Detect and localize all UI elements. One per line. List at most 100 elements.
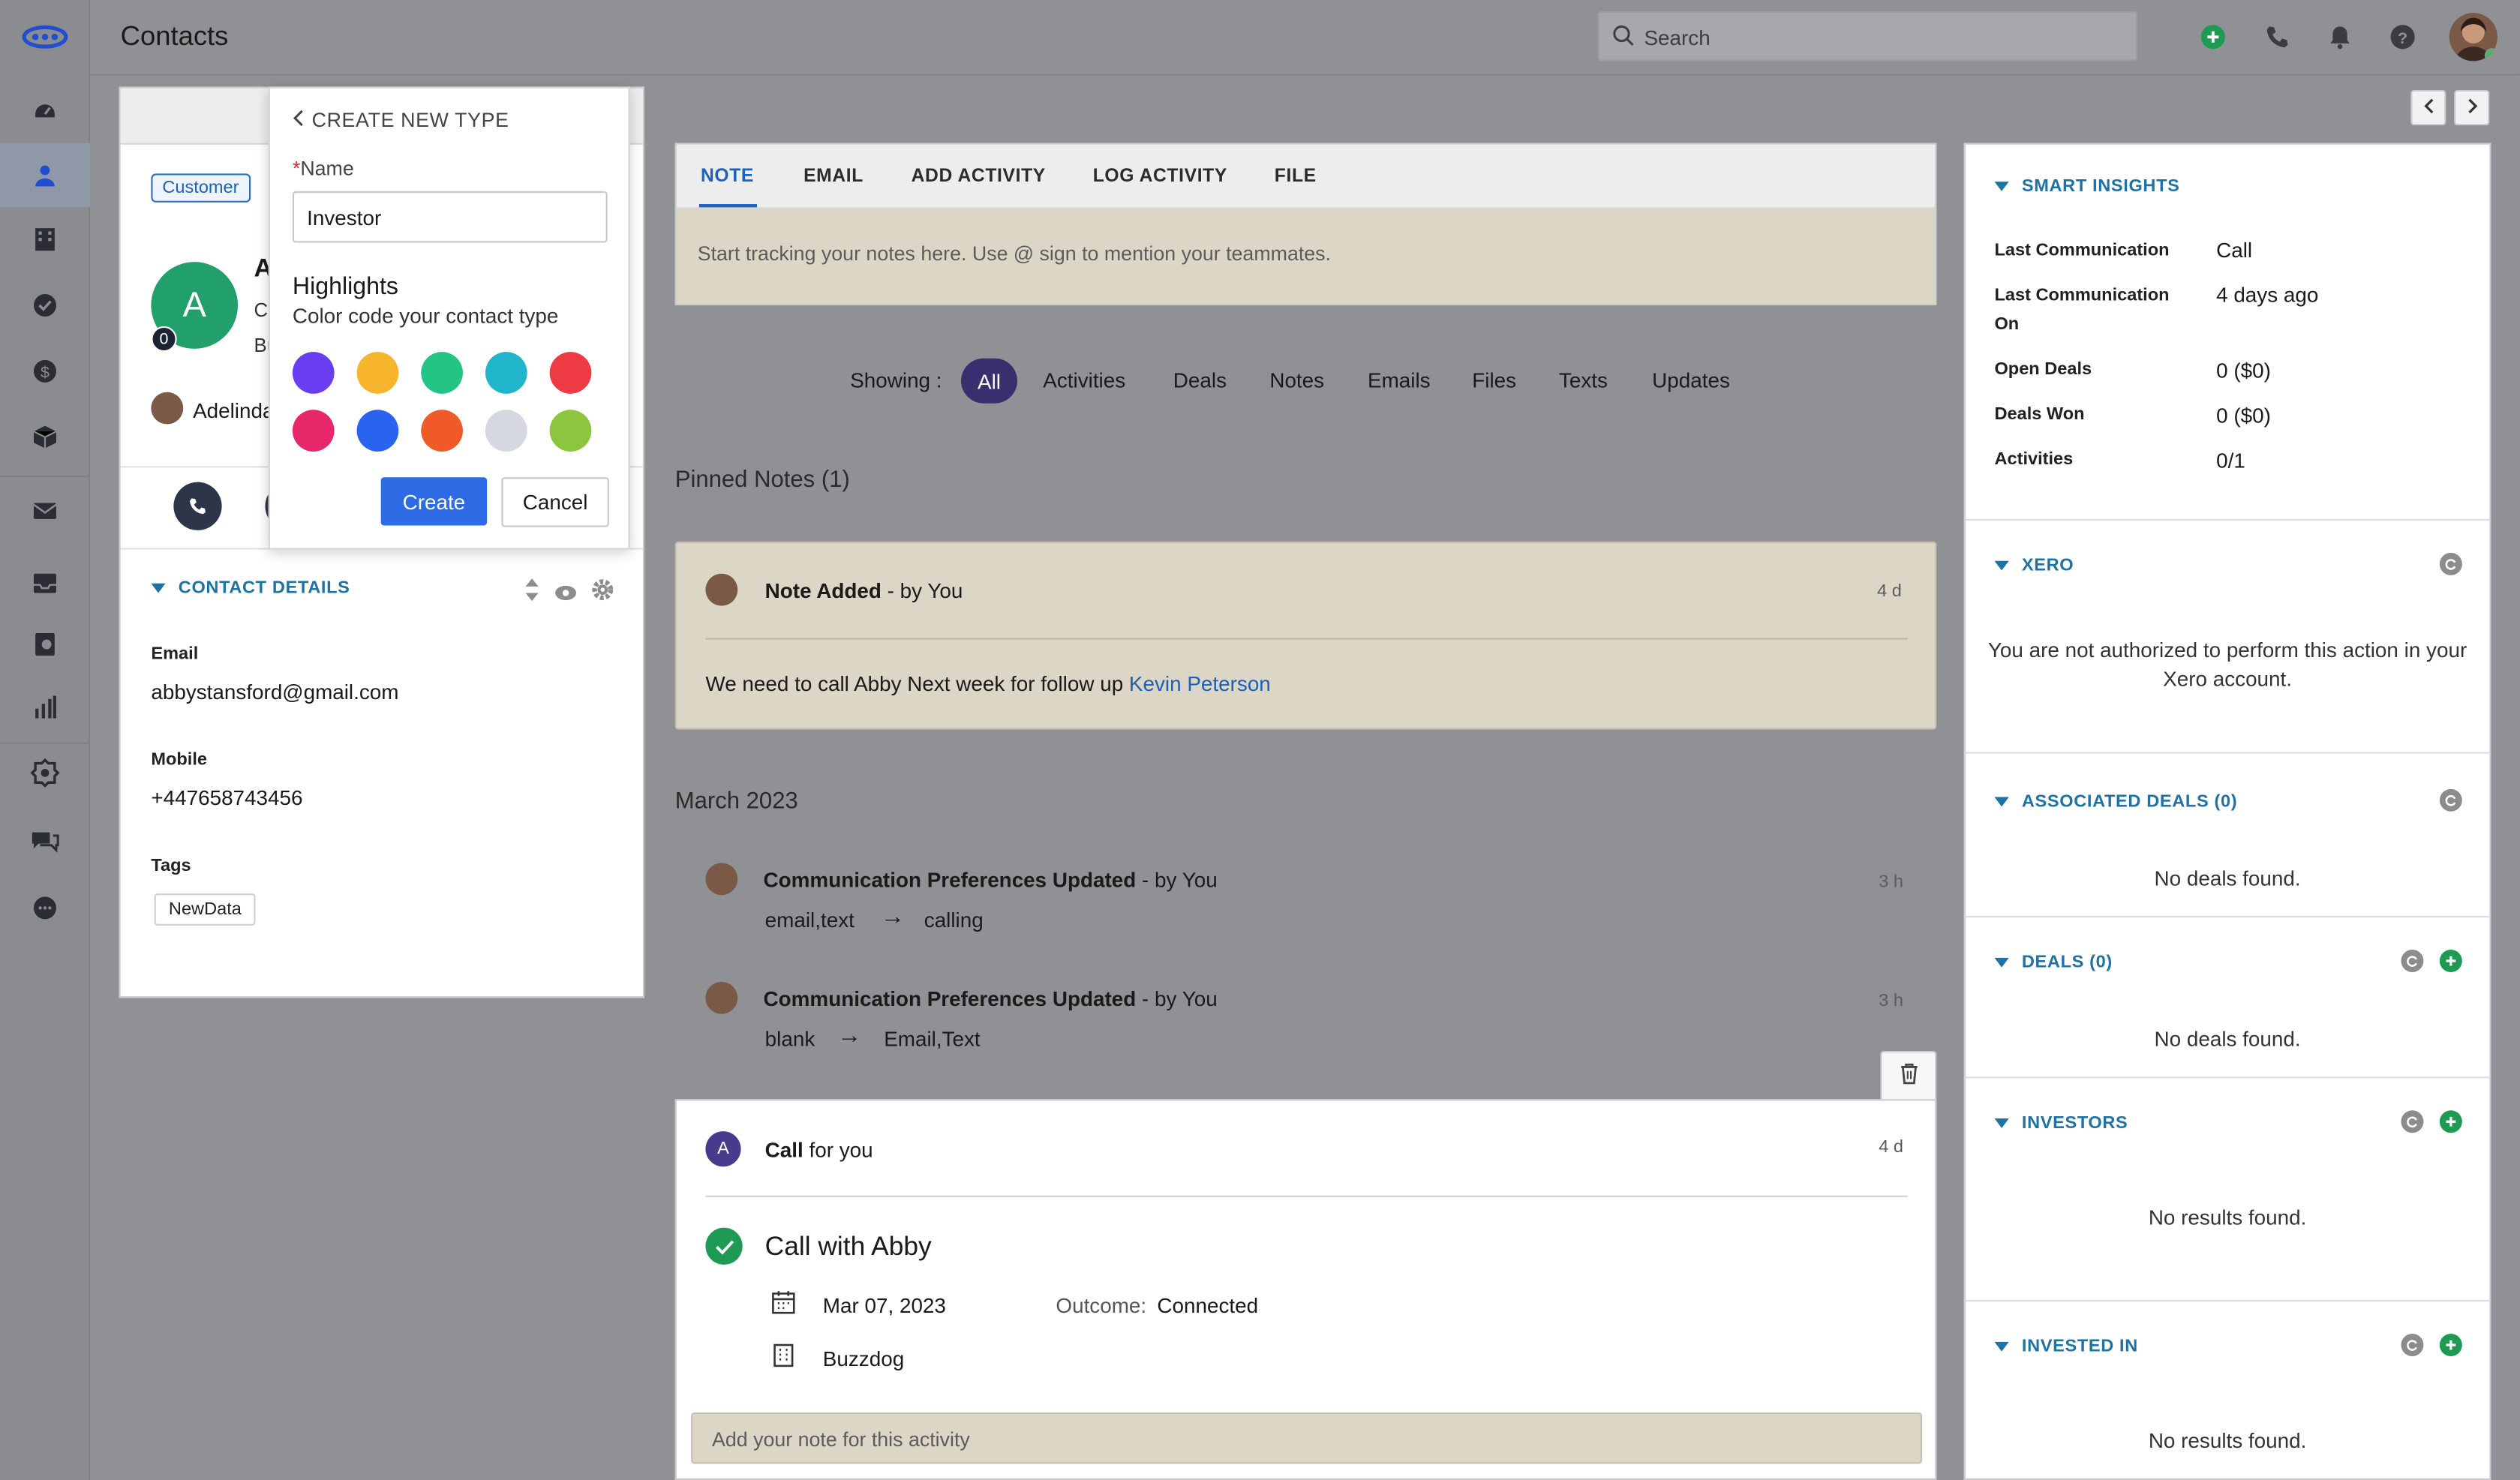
tab-add-activity[interactable]: ADD ACTIVITY: [912, 167, 1046, 187]
insight-value: 0/1: [2216, 448, 2245, 473]
mobile-value[interactable]: +447658743456: [151, 786, 302, 810]
companies-icon[interactable]: [26, 220, 64, 258]
owner-avatar: [151, 392, 184, 425]
eye-icon[interactable]: [554, 579, 577, 608]
email-value[interactable]: abbystansford@gmail.com: [151, 680, 398, 704]
invested-in-header[interactable]: INVESTED IN: [1994, 1337, 2137, 1356]
user-avatar[interactable]: [2449, 13, 2497, 62]
filter-emails[interactable]: Emails: [1368, 368, 1431, 392]
refresh-icon[interactable]: [2439, 788, 2462, 812]
contact-type-badge[interactable]: Customer: [151, 173, 251, 203]
refresh-icon[interactable]: [2439, 552, 2462, 575]
help-icon[interactable]: ?: [2386, 21, 2419, 53]
activity-company[interactable]: Buzzdog: [823, 1346, 904, 1370]
gear-icon[interactable]: [591, 578, 614, 609]
cancel-button[interactable]: Cancel: [501, 477, 609, 527]
search-box[interactable]: [1597, 11, 2138, 62]
chevron-right-icon: [2466, 93, 2477, 122]
filter-all[interactable]: All: [961, 358, 1018, 404]
logo-icon[interactable]: [21, 18, 69, 56]
automation-icon[interactable]: [26, 754, 64, 792]
pinned-note-title: Note Added - by You: [765, 578, 963, 602]
filter-deals[interactable]: Deals: [1173, 368, 1227, 392]
add-investor-icon[interactable]: [2439, 1110, 2462, 1133]
more-icon[interactable]: [26, 889, 64, 927]
previous-record-button[interactable]: [2410, 89, 2446, 126]
refresh-icon[interactable]: [2401, 1334, 2424, 1357]
color-swatch[interactable]: [485, 352, 527, 394]
color-swatch[interactable]: [292, 410, 335, 452]
tab-note[interactable]: NOTE: [701, 167, 754, 187]
color-swatch[interactable]: [421, 352, 463, 394]
type-name-input[interactable]: [292, 191, 608, 243]
svg-text:$: $: [41, 363, 50, 381]
contacts-icon[interactable]: [0, 143, 90, 208]
bell-icon[interactable]: [2324, 21, 2356, 53]
caret-down-icon: [1994, 556, 2009, 575]
investors-header[interactable]: INVESTORS: [1994, 1114, 2128, 1133]
smart-insights-header[interactable]: SMART INSIGHTS: [1994, 177, 2179, 196]
tag-chip[interactable]: NewData: [154, 893, 257, 926]
xero-header[interactable]: XERO: [1994, 556, 2074, 575]
invested-in-empty: No results found.: [2148, 1428, 2307, 1453]
tab-log-activity[interactable]: LOG ACTIVITY: [1093, 167, 1227, 187]
tab-email[interactable]: EMAIL: [803, 167, 864, 187]
update-to: calling: [924, 908, 984, 932]
chat-icon[interactable]: [26, 823, 64, 861]
mention-link[interactable]: Kevin Peterson: [1129, 671, 1271, 695]
call-button[interactable]: [173, 482, 222, 530]
contact-details-tools: [524, 578, 614, 609]
reorder-icon[interactable]: [524, 578, 539, 609]
inbox-icon[interactable]: [26, 564, 64, 602]
add-deal-icon[interactable]: [2439, 950, 2462, 973]
color-swatch[interactable]: [421, 410, 463, 452]
add-icon[interactable]: [2197, 21, 2229, 53]
color-swatch[interactable]: [292, 352, 335, 394]
mail-icon[interactable]: [26, 492, 64, 530]
top-bar: Contacts ?: [89, 0, 2520, 76]
pinned-note-by: - by You: [881, 578, 963, 603]
next-record-button[interactable]: [2454, 89, 2490, 126]
color-swatch[interactable]: [485, 410, 527, 452]
note-editor[interactable]: Start tracking your notes here. Use @ si…: [676, 209, 1936, 304]
dashboard-icon[interactable]: [26, 90, 64, 128]
tab-file[interactable]: FILE: [1275, 167, 1317, 187]
popup-back-title[interactable]: CREATE NEW TYPE: [293, 110, 509, 132]
activity-note-placeholder: Add your note for this activity: [711, 1428, 970, 1451]
deals-header[interactable]: DEALS (0): [1994, 953, 2112, 972]
highlights-title: Highlights: [292, 273, 398, 301]
insight-label: Activities: [1994, 449, 2074, 470]
products-icon[interactable]: [26, 418, 64, 456]
activity-note-input[interactable]: Add your note for this activity: [691, 1412, 1923, 1464]
color-swatch[interactable]: [356, 410, 399, 452]
deals-icon[interactable]: $: [26, 352, 64, 390]
filter-texts[interactable]: Texts: [1559, 368, 1608, 392]
update-author-avatar: [705, 981, 738, 1014]
contact-avatar: A 0: [151, 262, 239, 353]
activity-title[interactable]: Call with Abby: [765, 1232, 932, 1263]
refresh-icon[interactable]: [2401, 950, 2424, 973]
pinned-note-body-text: We need to call Abby Next week for follo…: [705, 671, 1129, 696]
pinned-note-title-text: Note Added: [764, 578, 882, 603]
phone-icon[interactable]: [2261, 21, 2293, 53]
color-swatch[interactable]: [549, 410, 592, 452]
completed-check-icon[interactable]: [705, 1227, 743, 1265]
color-swatch[interactable]: [549, 352, 592, 394]
owner-name[interactable]: Adelinda: [193, 398, 274, 422]
search-input[interactable]: [1644, 20, 2110, 53]
associated-deals-header[interactable]: ASSOCIATED DEALS (0): [1994, 792, 2237, 812]
create-button[interactable]: Create: [380, 477, 488, 526]
refresh-icon[interactable]: [2401, 1110, 2424, 1133]
delete-button[interactable]: [1880, 1050, 1937, 1103]
filter-updates[interactable]: Updates: [1652, 368, 1730, 392]
phone-log-icon[interactable]: [26, 625, 64, 663]
invested-in-title: INVESTED IN: [2021, 1337, 2138, 1357]
filter-activities[interactable]: Activities: [1043, 368, 1125, 392]
filter-notes[interactable]: Notes: [1269, 368, 1324, 392]
contact-details-header[interactable]: CONTACT DETAILS: [151, 578, 350, 598]
tasks-icon[interactable]: [26, 286, 64, 324]
reports-icon[interactable]: [26, 688, 64, 726]
add-invested-in-icon[interactable]: [2439, 1334, 2462, 1357]
color-swatch[interactable]: [356, 352, 399, 394]
filter-files[interactable]: Files: [1472, 368, 1516, 392]
